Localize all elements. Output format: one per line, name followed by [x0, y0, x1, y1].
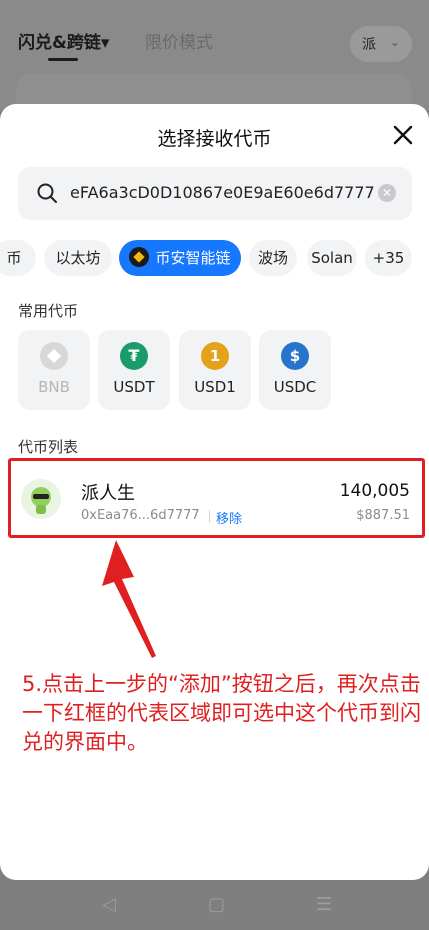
search-input[interactable]: eFA6a3cD0D10867e0E9aE60e6d7777 ✕ — [18, 167, 412, 220]
coin-name: USD1 — [194, 378, 236, 396]
chain-chip-label: +35 — [372, 249, 405, 267]
sheet-title: 选择接收代币 — [157, 128, 272, 150]
token-address: 0xEaa76...6d7777 — [81, 508, 200, 523]
avatar: 派 — [362, 37, 376, 53]
chain-chip-bsc[interactable]: 币安智能链 — [119, 240, 241, 276]
chain-chip-label: Solan — [311, 249, 353, 267]
chain-chip-solana[interactable]: Solan — [307, 240, 357, 276]
select-token-sheet: 选择接收代币 eFA6a3cD0D10867e0E9aE60e6d7777 ✕ … — [0, 104, 429, 880]
token-list-label: 代币列表 — [18, 438, 79, 456]
home-icon[interactable]: ▢ — [208, 894, 225, 915]
token-value: $887.51 — [356, 508, 410, 523]
coin-name: USDC — [273, 378, 317, 396]
back-icon[interactable]: ◁ — [102, 894, 116, 915]
common-token-usdc[interactable]: $ USDC — [259, 330, 331, 410]
tab-swap-bridge[interactable]: 闪兑&跨链▾ — [18, 28, 109, 53]
tab-underline — [48, 58, 78, 61]
common-token-usdt[interactable]: ₮ USDT — [98, 330, 170, 410]
search-value: eFA6a3cD0D10867e0E9aE60e6d7777 — [70, 183, 375, 202]
chain-chip-tron[interactable]: 波场 — [249, 240, 297, 276]
remove-token-link[interactable]: 移除 — [216, 508, 242, 527]
clear-icon[interactable]: ✕ — [378, 184, 396, 202]
common-token-usd1[interactable]: 1 USD1 — [179, 330, 251, 410]
chain-chip-more[interactable]: +35 — [365, 240, 412, 276]
red-arrow-annotation — [102, 540, 156, 658]
chain-chip-label: 币安智能链 — [155, 249, 231, 267]
chain-chip-label: 波场 — [257, 249, 288, 267]
token-logo-icon — [31, 487, 51, 514]
chain-chip-label: 币 — [6, 249, 22, 267]
token-avatar — [21, 479, 61, 519]
chain-chip-ethereum[interactable]: 以太坊 — [44, 240, 112, 276]
bnb-icon — [40, 342, 68, 370]
bnb-icon — [129, 246, 150, 267]
search-icon — [37, 183, 57, 203]
account-avatar-button[interactable]: 派 ⌄ — [350, 26, 412, 62]
tab-limit-mode[interactable]: 限价模式 — [145, 28, 213, 53]
chain-chip-label: 以太坊 — [55, 249, 101, 267]
menu-icon[interactable]: ☰ — [316, 894, 332, 915]
close-icon[interactable] — [390, 122, 416, 148]
usdt-icon: ₮ — [120, 342, 148, 370]
divider — [209, 510, 210, 523]
common-token-bnb[interactable]: BNB — [18, 330, 90, 410]
coin-name: BNB — [38, 378, 70, 396]
chevron-down-icon: ⌄ — [390, 35, 401, 49]
instruction-text: 5.点击上一步的“添加”按钮之后，再次点击一下红框的代表区域即可选中这个代币到闪… — [22, 672, 421, 754]
chain-chip-partial[interactable]: 币 — [0, 240, 36, 276]
token-amount: 140,005 — [339, 481, 410, 501]
coin-name: USDT — [113, 378, 155, 396]
common-tokens-label: 常用代币 — [18, 302, 79, 320]
token-name: 派人生 — [81, 483, 135, 504]
usd1-icon: 1 — [201, 342, 229, 370]
system-navbar: ◁ ▢ ☰ — [0, 880, 429, 930]
token-row[interactable]: 派人生 0xEaa76...6d7777 移除 140,005 $887.51 — [8, 458, 425, 538]
usdc-icon: $ — [281, 342, 309, 370]
